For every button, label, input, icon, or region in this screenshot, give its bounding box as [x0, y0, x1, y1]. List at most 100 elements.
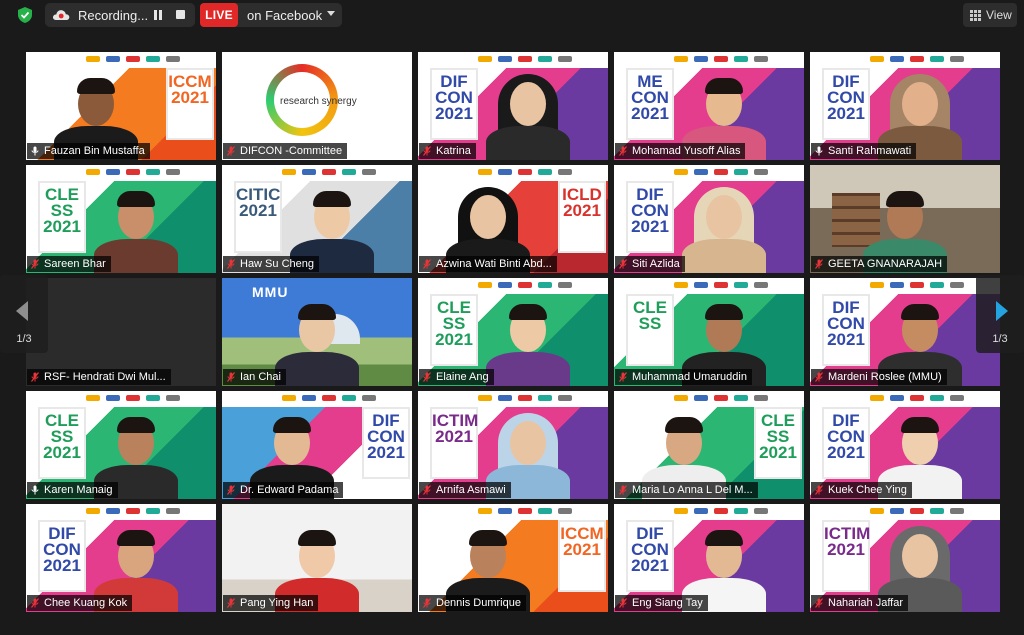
- mic-muted-icon: [31, 259, 39, 269]
- banner-text: DIF CON 2021: [631, 185, 669, 236]
- mic-muted-icon: [619, 485, 627, 495]
- participant-video-tile[interactable]: CLE SS Muhammad Umaruddin: [614, 278, 804, 386]
- participant-video-tile[interactable]: DIF CON 2021 Santi Rahmawati: [810, 52, 1000, 160]
- participant-name-tag: Maria Lo Anna L Del M...: [615, 482, 758, 498]
- sponsor-logos: [86, 395, 206, 403]
- participant-name-tag: Chee Kuang Kok: [27, 595, 133, 611]
- mic-muted-icon: [619, 372, 627, 382]
- participant-name-tag: Mardeni Roslee (MMU): [811, 369, 947, 385]
- view-label: View: [986, 8, 1012, 22]
- participant-video-tile[interactable]: research synergy DIFCON -Committee: [222, 52, 412, 160]
- mic-muted-icon: [423, 372, 431, 382]
- conference-banner: DIF CON 2021: [626, 520, 674, 592]
- conference-banner: DIF CON 2021: [822, 407, 870, 479]
- banner-text: CLE SS 2021: [759, 411, 797, 462]
- participant-video-tile[interactable]: ME CON 2021 Mohamad Yusoff Alias: [614, 52, 804, 160]
- participant-video-tile[interactable]: DIF CON 2021 Eng Siang Tay: [614, 504, 804, 612]
- participant-hair: [705, 304, 743, 320]
- sponsor-logos: [870, 508, 990, 516]
- grid-view-icon: [970, 9, 981, 21]
- conference-banner: DIF CON 2021: [362, 407, 410, 479]
- mic-icon: [815, 146, 823, 156]
- participant-hair: [509, 304, 547, 320]
- conference-banner: DIF CON 2021: [430, 68, 478, 140]
- previous-page-button[interactable]: 1/3: [0, 275, 48, 353]
- participant-shoulders: [486, 126, 570, 160]
- participant-name-tag: Muhammad Umaruddin: [615, 369, 752, 385]
- participant-name: Dr. Edward Padama: [240, 484, 339, 496]
- mic-muted-icon: [423, 259, 431, 269]
- participant-video-tile[interactable]: GEETA GNANARAJAH: [810, 165, 1000, 273]
- participant-video-tile[interactable]: ICCM 2021 Fauzan Bin Mustaffa: [26, 52, 216, 160]
- participant-video-tile[interactable]: RSF- Hendrati Dwi Mul...: [26, 278, 216, 386]
- participant-video-tile[interactable]: MMU Ian Chai: [222, 278, 412, 386]
- participant-video-tile[interactable]: ICTIM 2021 Nahariah Jaffar: [810, 504, 1000, 612]
- participant-name: Dennis Dumrique: [436, 597, 521, 609]
- participant-hair: [901, 304, 939, 320]
- participant-video-tile[interactable]: CLE SS 2021 Sareen Bhar: [26, 165, 216, 273]
- participant-video-tile[interactable]: Pang Ying Han: [222, 504, 412, 612]
- participant-name: Katrina: [436, 145, 471, 157]
- banner-text: ICTIM 2021: [432, 411, 479, 446]
- participant-hair: [117, 530, 155, 546]
- participant-name: Mohamad Yusoff Alias: [632, 145, 741, 157]
- banner-text: DIF CON 2021: [827, 411, 865, 462]
- pause-recording-icon[interactable]: [153, 10, 163, 20]
- next-page-button[interactable]: 1/3: [976, 275, 1024, 353]
- participant-name-tag: Elaine Ang: [419, 369, 494, 385]
- participant-hair: [117, 417, 155, 433]
- participant-name: Mardeni Roslee (MMU): [828, 371, 942, 383]
- conference-banner: ICTIM 2021: [822, 520, 870, 592]
- view-button[interactable]: View: [963, 3, 1017, 27]
- participant-video-tile[interactable]: DIF CON 2021 Mardeni Roslee (MMU): [810, 278, 1000, 386]
- sponsor-logos: [478, 395, 598, 403]
- participant-video-tile[interactable]: ICTIM 2021 Arnifa Asmawi: [418, 391, 608, 499]
- participant-name-tag: Santi Rahmawati: [811, 143, 917, 159]
- participant-video-tile[interactable]: CLE SS 2021 Elaine Ang: [418, 278, 608, 386]
- mic-muted-icon: [619, 598, 627, 608]
- banner-text: research synergy: [280, 96, 357, 107]
- participant-name-tag: Haw Su Cheng: [223, 256, 319, 272]
- sponsor-logos: [282, 395, 402, 403]
- participant-video-tile[interactable]: CITIC 2021 Haw Su Cheng: [222, 165, 412, 273]
- participant-name-tag: Dennis Dumrique: [419, 595, 526, 611]
- mic-muted-icon: [423, 598, 431, 608]
- participant-video-tile[interactable]: CLE SS 2021 Maria Lo Anna L Del M...: [614, 391, 804, 499]
- participant-name: Eng Siang Tay: [632, 597, 703, 609]
- mic-muted-icon: [619, 146, 627, 156]
- conference-banner: CITIC 2021: [234, 181, 282, 253]
- participant-name: Maria Lo Anna L Del M...: [632, 484, 753, 496]
- conference-banner: CLE SS 2021: [430, 294, 478, 366]
- participant-name-tag: Ian Chai: [223, 369, 286, 385]
- livestream-indicator[interactable]: LIVE on Facebook: [200, 3, 342, 27]
- banner-text: CLE SS 2021: [43, 185, 81, 236]
- participant-name-tag: Karen Manaig: [27, 482, 118, 498]
- recording-indicator[interactable]: Recording...: [45, 3, 195, 27]
- participant-video-tile[interactable]: CLE SS 2021 Karen Manaig: [26, 391, 216, 499]
- stop-recording-icon[interactable]: [176, 10, 185, 19]
- banner-text: DIF CON 2021: [827, 298, 865, 349]
- live-destination-label: on Facebook: [247, 8, 323, 23]
- sponsor-logos: [478, 56, 598, 64]
- participant-hair: [705, 530, 743, 546]
- mic-muted-icon: [227, 485, 235, 495]
- participant-video-tile[interactable]: DIF CON 2021 Chee Kuang Kok: [26, 504, 216, 612]
- chevron-down-icon[interactable]: [327, 11, 335, 16]
- mic-muted-icon: [815, 259, 823, 269]
- participant-video-tile[interactable]: DIF CON 2021 Kuek Chee Ying: [810, 391, 1000, 499]
- participant-name: Karen Manaig: [44, 484, 113, 496]
- mic-muted-icon: [227, 372, 235, 382]
- conference-banner: DIF CON 2021: [822, 294, 870, 366]
- participant-video-tile[interactable]: DIF CON 2021 Siti Azlida: [614, 165, 804, 273]
- sponsor-logos: [86, 169, 206, 177]
- sponsor-logos: [478, 282, 598, 290]
- participant-video-tile[interactable]: DIF CON 2021 Dr. Edward Padama: [222, 391, 412, 499]
- mic-muted-icon: [31, 372, 39, 382]
- participant-video-tile[interactable]: ICLD 2021 Azwina Wati Binti Abd...: [418, 165, 608, 273]
- participant-shoulders: [486, 352, 570, 386]
- sponsor-logos: [870, 395, 990, 403]
- participant-video-tile[interactable]: DIF CON 2021 Katrina: [418, 52, 608, 160]
- mic-icon: [31, 146, 39, 156]
- security-shield-icon[interactable]: [16, 6, 34, 24]
- participant-video-tile[interactable]: ICCM 2021 Dennis Dumrique: [418, 504, 608, 612]
